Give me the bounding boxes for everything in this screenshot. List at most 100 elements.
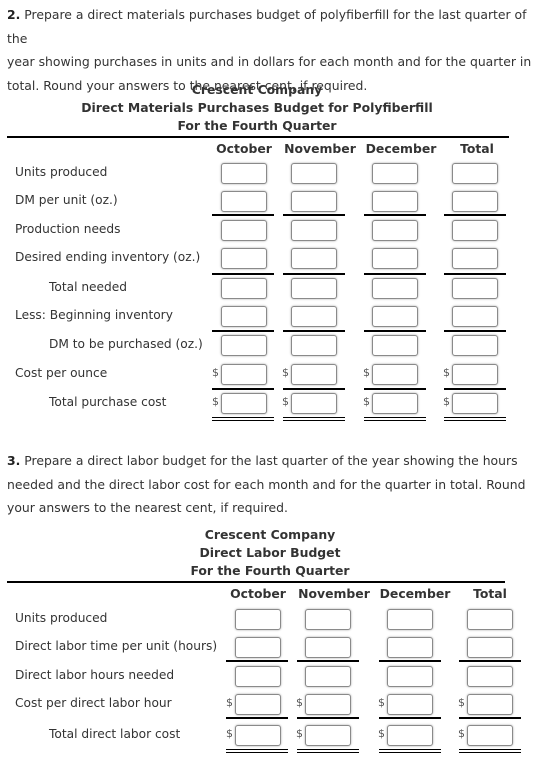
answer-input-november[interactable] [291, 248, 337, 269]
row-label: Total needed [49, 280, 128, 294]
answer-input-october[interactable] [221, 393, 267, 414]
answer-input-november[interactable] [305, 694, 351, 715]
column-header: December [365, 141, 437, 156]
answer-input-november[interactable] [291, 191, 337, 212]
company-name: Crescent Company [191, 82, 323, 97]
answer-input-december[interactable] [372, 191, 418, 212]
column-header: November [298, 586, 370, 601]
answer-input-november[interactable] [291, 306, 337, 327]
answer-input-december[interactable] [372, 306, 418, 327]
answer-input-total[interactable] [452, 191, 498, 212]
column-header: Total [473, 586, 507, 601]
answer-input-november[interactable] [291, 278, 337, 299]
currency-symbol: $ [378, 696, 385, 709]
currency-symbol: $ [226, 696, 233, 709]
answer-input-december[interactable] [387, 694, 433, 715]
currency-symbol: $ [443, 366, 450, 379]
budget-period: For the Fourth Quarter [177, 118, 337, 133]
subtotal-underline [444, 330, 506, 332]
answer-input-december[interactable] [372, 393, 418, 414]
answer-input-total[interactable] [467, 637, 513, 658]
row-label: Units produced [15, 611, 108, 625]
answer-input-november[interactable] [291, 220, 337, 241]
total-double-underline [212, 417, 274, 421]
answer-input-total[interactable] [452, 335, 498, 356]
answer-input-december[interactable] [387, 609, 433, 630]
answer-input-total[interactable] [467, 609, 513, 630]
answer-input-october[interactable] [235, 694, 281, 715]
answer-input-october[interactable] [221, 364, 267, 385]
answer-input-november[interactable] [305, 637, 351, 658]
answer-input-total[interactable] [452, 364, 498, 385]
row-label: Less: Beginning inventory [15, 308, 173, 322]
subtotal-underline [459, 660, 521, 662]
answer-input-total[interactable] [452, 220, 498, 241]
answer-input-total[interactable] [467, 694, 513, 715]
currency-symbol: $ [363, 395, 370, 408]
answer-input-october[interactable] [221, 248, 267, 269]
prompt-line: Prepare a direct labor budget for the la… [24, 453, 518, 468]
answer-input-november[interactable] [305, 666, 351, 687]
row-label: Cost per ounce [15, 366, 108, 380]
header-rule [7, 581, 505, 583]
total-double-underline [297, 749, 359, 753]
currency-symbol: $ [443, 395, 450, 408]
column-header: October [230, 586, 286, 601]
answer-input-total[interactable] [452, 278, 498, 299]
total-double-underline [444, 417, 506, 421]
answer-input-december[interactable] [372, 278, 418, 299]
row-label: Total purchase cost [49, 395, 167, 409]
answer-input-november[interactable] [291, 335, 337, 356]
answer-input-october[interactable] [235, 725, 281, 746]
subtotal-underline [379, 717, 441, 719]
answer-input-november[interactable] [291, 364, 337, 385]
answer-input-october[interactable] [221, 220, 267, 241]
budget-title: Direct Labor Budget [199, 545, 341, 560]
prompt-line: Prepare a direct materials purchases bud… [7, 7, 527, 46]
answer-input-october[interactable] [221, 278, 267, 299]
currency-symbol: $ [296, 696, 303, 709]
answer-input-total[interactable] [452, 306, 498, 327]
answer-input-november[interactable] [291, 393, 337, 414]
answer-input-total[interactable] [452, 248, 498, 269]
answer-input-december[interactable] [372, 248, 418, 269]
answer-input-december[interactable] [372, 163, 418, 184]
answer-input-october[interactable] [221, 163, 267, 184]
answer-input-total[interactable] [452, 163, 498, 184]
answer-input-november[interactable] [291, 163, 337, 184]
column-header: December [379, 586, 451, 601]
question-3-prompt: 3. Prepare a direct labor budget for the… [7, 449, 539, 520]
currency-symbol: $ [458, 727, 465, 740]
answer-input-total[interactable] [467, 666, 513, 687]
subtotal-underline [444, 214, 506, 216]
row-label: Units produced [15, 165, 108, 179]
answer-input-october[interactable] [235, 609, 281, 630]
answer-input-december[interactable] [372, 220, 418, 241]
answer-input-december[interactable] [387, 637, 433, 658]
prompt-line: your answers to the nearest cent, if req… [7, 500, 288, 515]
budget-title: Direct Materials Purchases Budget for Po… [81, 100, 433, 115]
subtotal-underline [364, 388, 426, 390]
answer-input-november[interactable] [305, 609, 351, 630]
answer-input-total[interactable] [452, 393, 498, 414]
answer-input-december[interactable] [372, 335, 418, 356]
answer-input-november[interactable] [305, 725, 351, 746]
row-label: Direct labor time per unit (hours) [15, 639, 218, 653]
subtotal-underline [212, 388, 274, 390]
row-label: Total direct labor cost [49, 727, 181, 741]
answer-input-october[interactable] [221, 306, 267, 327]
currency-symbol: $ [458, 696, 465, 709]
row-label: DM per unit (oz.) [15, 193, 118, 207]
answer-input-december[interactable] [387, 725, 433, 746]
answer-input-october[interactable] [221, 191, 267, 212]
answer-input-october[interactable] [221, 335, 267, 356]
header-rule [7, 136, 509, 138]
answer-input-december[interactable] [387, 666, 433, 687]
prompt-line: year showing purchases in units and in d… [7, 54, 532, 69]
answer-input-october[interactable] [235, 637, 281, 658]
answer-input-total[interactable] [467, 725, 513, 746]
answer-input-october[interactable] [235, 666, 281, 687]
answer-input-december[interactable] [372, 364, 418, 385]
subtotal-underline [283, 330, 345, 332]
currency-symbol: $ [378, 727, 385, 740]
